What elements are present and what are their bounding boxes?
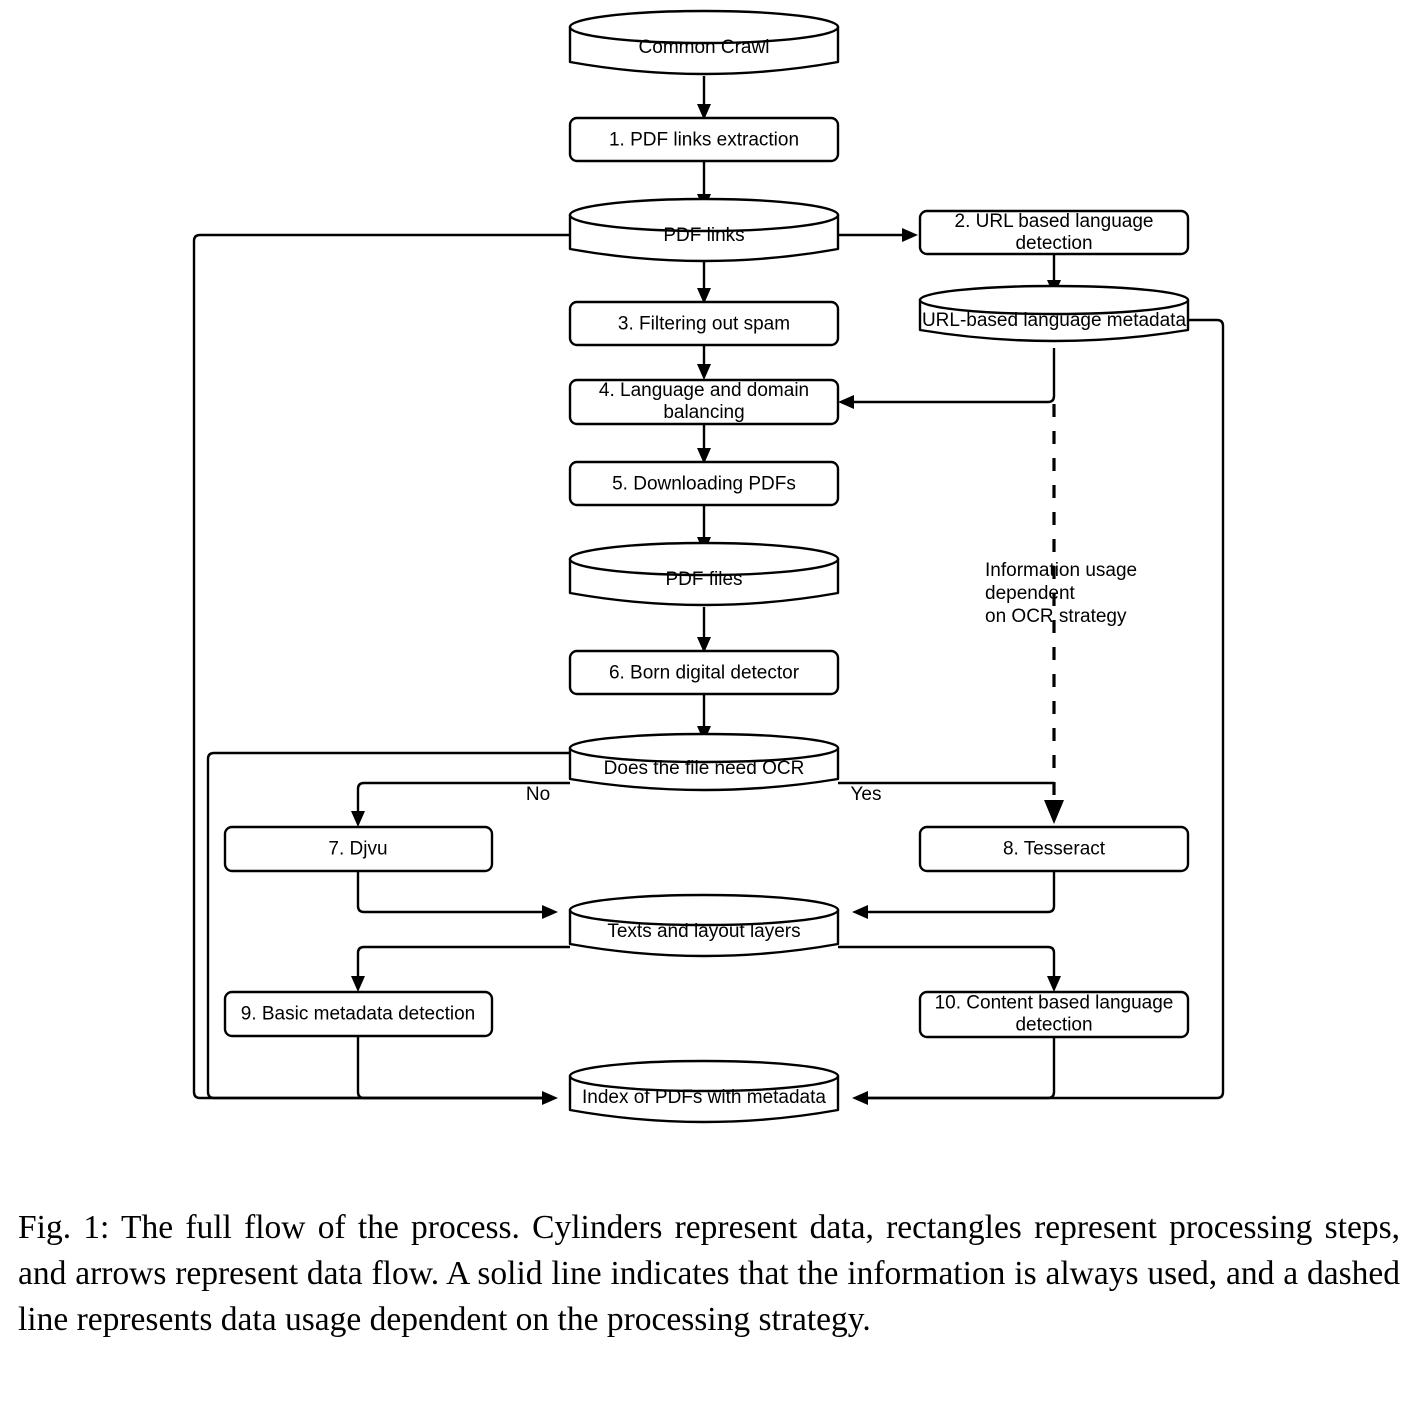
node-step10-label-line2: detection <box>1015 1015 1092 1036</box>
annotation-line3: on OCR strategy <box>985 606 1127 627</box>
node-decision-does-file-need-ocr: Does the file need OCR <box>568 732 840 792</box>
node-step1-label: 1. PDF links extraction <box>609 130 799 151</box>
edge-pdflinks-to-step2 <box>838 228 918 242</box>
node-step7-label: 7. Djvu <box>328 839 387 860</box>
node-step5-label: 5. Downloading PDFs <box>612 474 796 495</box>
annotation-line2: dependent <box>985 583 1076 604</box>
node-step2-label-line1: 2. URL based language <box>955 211 1154 232</box>
node-step8-tesseract: 8. Tesseract <box>918 825 1190 873</box>
edge-pdflinks-to-step3 <box>697 262 711 304</box>
node-step5-downloading-pdfs: 5. Downloading PDFs <box>568 460 840 507</box>
node-index-pdfs-label: Index of PDFs with metadata <box>582 1087 826 1108</box>
edge-urlmetadata-to-step4 <box>838 348 1056 409</box>
node-step6-born-digital-detector: 6. Born digital detector <box>568 649 840 696</box>
edge-pdffiles-to-step6 <box>697 607 711 653</box>
node-step9-basic-metadata-detection: 9. Basic metadata detection <box>223 990 494 1038</box>
node-step4-label-line2: balancing <box>663 402 744 423</box>
edge-pdflinks-to-index-left <box>192 233 570 1105</box>
node-step2-label-line2: detection <box>1015 233 1092 254</box>
node-texts-and-layout-layers: Texts and layout layers <box>568 893 840 958</box>
edge-step4-to-step5 <box>697 424 711 464</box>
edge-urlmetadata-to-index-right <box>852 318 1225 1105</box>
node-pdf-files-label: PDF files <box>665 569 742 590</box>
node-common-crawl: Common Crawl <box>568 9 840 76</box>
node-step10-content-language-detection: 10. Content based language detection <box>918 990 1190 1039</box>
annotation-line1: Information usage <box>985 560 1137 581</box>
node-common-crawl-label: Common Crawl <box>639 37 770 58</box>
edge-djvu-to-texts <box>356 871 558 919</box>
node-decision-label: Does the file need OCR <box>604 758 805 779</box>
node-url-metadata-label: URL-based language metadata <box>922 310 1187 331</box>
edge-decision-to-index-left <box>206 751 570 1100</box>
node-step2-url-language-detection: 2. URL based language detection <box>918 209 1190 256</box>
node-step10-label-line1: 10. Content based language <box>935 993 1174 1014</box>
edge-tesseract-to-texts <box>852 871 1056 919</box>
node-pdf-links: PDF links <box>568 197 840 263</box>
node-step9-label: 9. Basic metadata detection <box>241 1004 475 1025</box>
node-pdf-files: PDF files <box>568 541 840 607</box>
figure-caption: Fig. 1: The full flow of the process. Cy… <box>18 1209 1400 1338</box>
edge-label-yes: Yes <box>851 784 882 805</box>
figure-container: Common Crawl 1. PDF links extraction PDF… <box>0 0 1414 1408</box>
edge-step3-to-step4 <box>697 345 711 380</box>
annotation-dashed-note: Information usage dependent on OCR strat… <box>985 560 1137 627</box>
node-step1-pdf-links-extraction: 1. PDF links extraction <box>568 116 840 163</box>
node-step6-label: 6. Born digital detector <box>609 663 800 684</box>
node-index-of-pdfs: Index of PDFs with metadata <box>568 1059 840 1124</box>
edge-texts-to-step10 <box>838 945 1061 992</box>
node-step3-filtering-out-spam: 3. Filtering out spam <box>568 300 840 347</box>
edge-label-no: No <box>526 784 550 805</box>
flowchart-diagram: Common Crawl 1. PDF links extraction PDF… <box>192 9 1225 1124</box>
node-step7-djvu: 7. Djvu <box>223 825 494 873</box>
node-step8-label: 8. Tesseract <box>1003 839 1106 860</box>
edge-step10-to-index <box>862 1036 1056 1100</box>
node-step4-language-domain-balancing: 4. Language and domain balancing <box>568 378 840 426</box>
node-url-based-language-metadata: URL-based language metadata <box>918 284 1190 343</box>
edge-step9-to-index <box>356 1036 548 1100</box>
edge-commoncrawl-to-step1 <box>697 76 711 120</box>
node-step4-label-line1: 4. Language and domain <box>599 380 809 401</box>
edge-texts-to-step9 <box>351 945 570 992</box>
node-texts-layers-label: Texts and layout layers <box>607 921 800 942</box>
node-step3-label: 3. Filtering out spam <box>618 314 790 335</box>
node-pdf-links-label: PDF links <box>663 225 744 246</box>
